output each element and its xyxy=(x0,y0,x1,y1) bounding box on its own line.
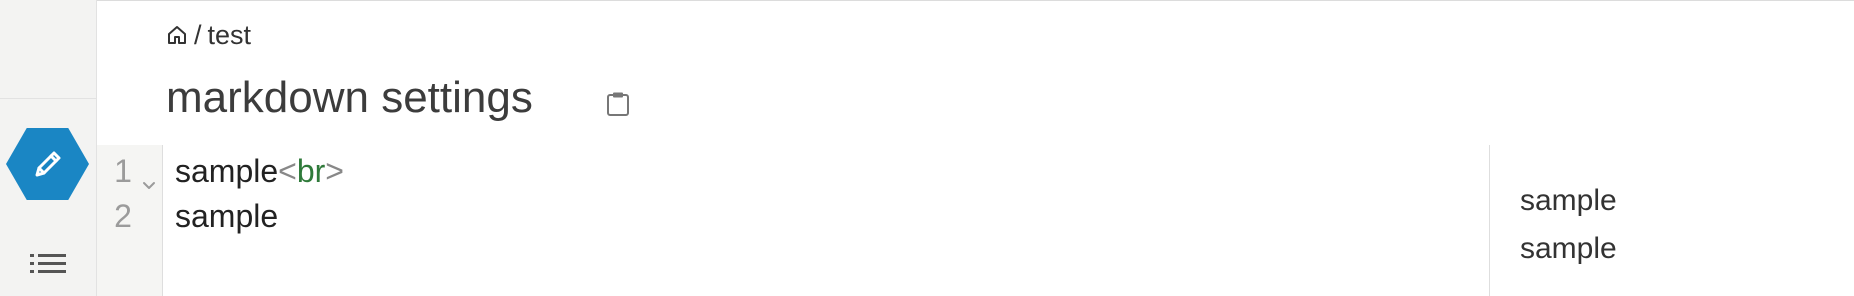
code-text: sample xyxy=(175,198,279,234)
pencil-icon xyxy=(35,151,61,177)
markdown-editor: 1 2 sample<br> sample xyxy=(97,145,1489,296)
tag-open-bracket: < xyxy=(278,153,297,189)
editor-text-area[interactable] xyxy=(163,145,1489,296)
clipboard-icon[interactable] xyxy=(605,91,631,117)
code-line: sample xyxy=(175,198,278,235)
breadcrumb: / test xyxy=(166,19,251,51)
chevron-down-icon[interactable] xyxy=(142,181,156,191)
preview-content: sample sample xyxy=(1520,177,1617,273)
line-number: 1 xyxy=(114,153,132,189)
rail-divider xyxy=(0,98,97,99)
top-border xyxy=(0,0,1854,1)
left-rail xyxy=(0,0,97,296)
line-gutter: 1 2 xyxy=(97,145,163,296)
page-title: markdown settings xyxy=(166,73,533,122)
breadcrumb-item-test[interactable]: test xyxy=(208,20,252,51)
tag-close-bracket: > xyxy=(325,153,344,189)
code-line: sample<br> xyxy=(175,153,344,190)
preview-line: sample xyxy=(1520,184,1617,217)
markdown-preview: sample sample xyxy=(1489,145,1854,296)
preview-line: sample xyxy=(1520,232,1617,265)
breadcrumb-separator: / xyxy=(194,19,202,50)
line-number: 2 xyxy=(114,198,132,234)
code-text: sample xyxy=(175,153,279,189)
home-icon[interactable] xyxy=(166,24,188,46)
tag-name: br xyxy=(296,153,326,189)
list-icon[interactable] xyxy=(30,252,66,276)
edit-button[interactable] xyxy=(6,128,89,200)
